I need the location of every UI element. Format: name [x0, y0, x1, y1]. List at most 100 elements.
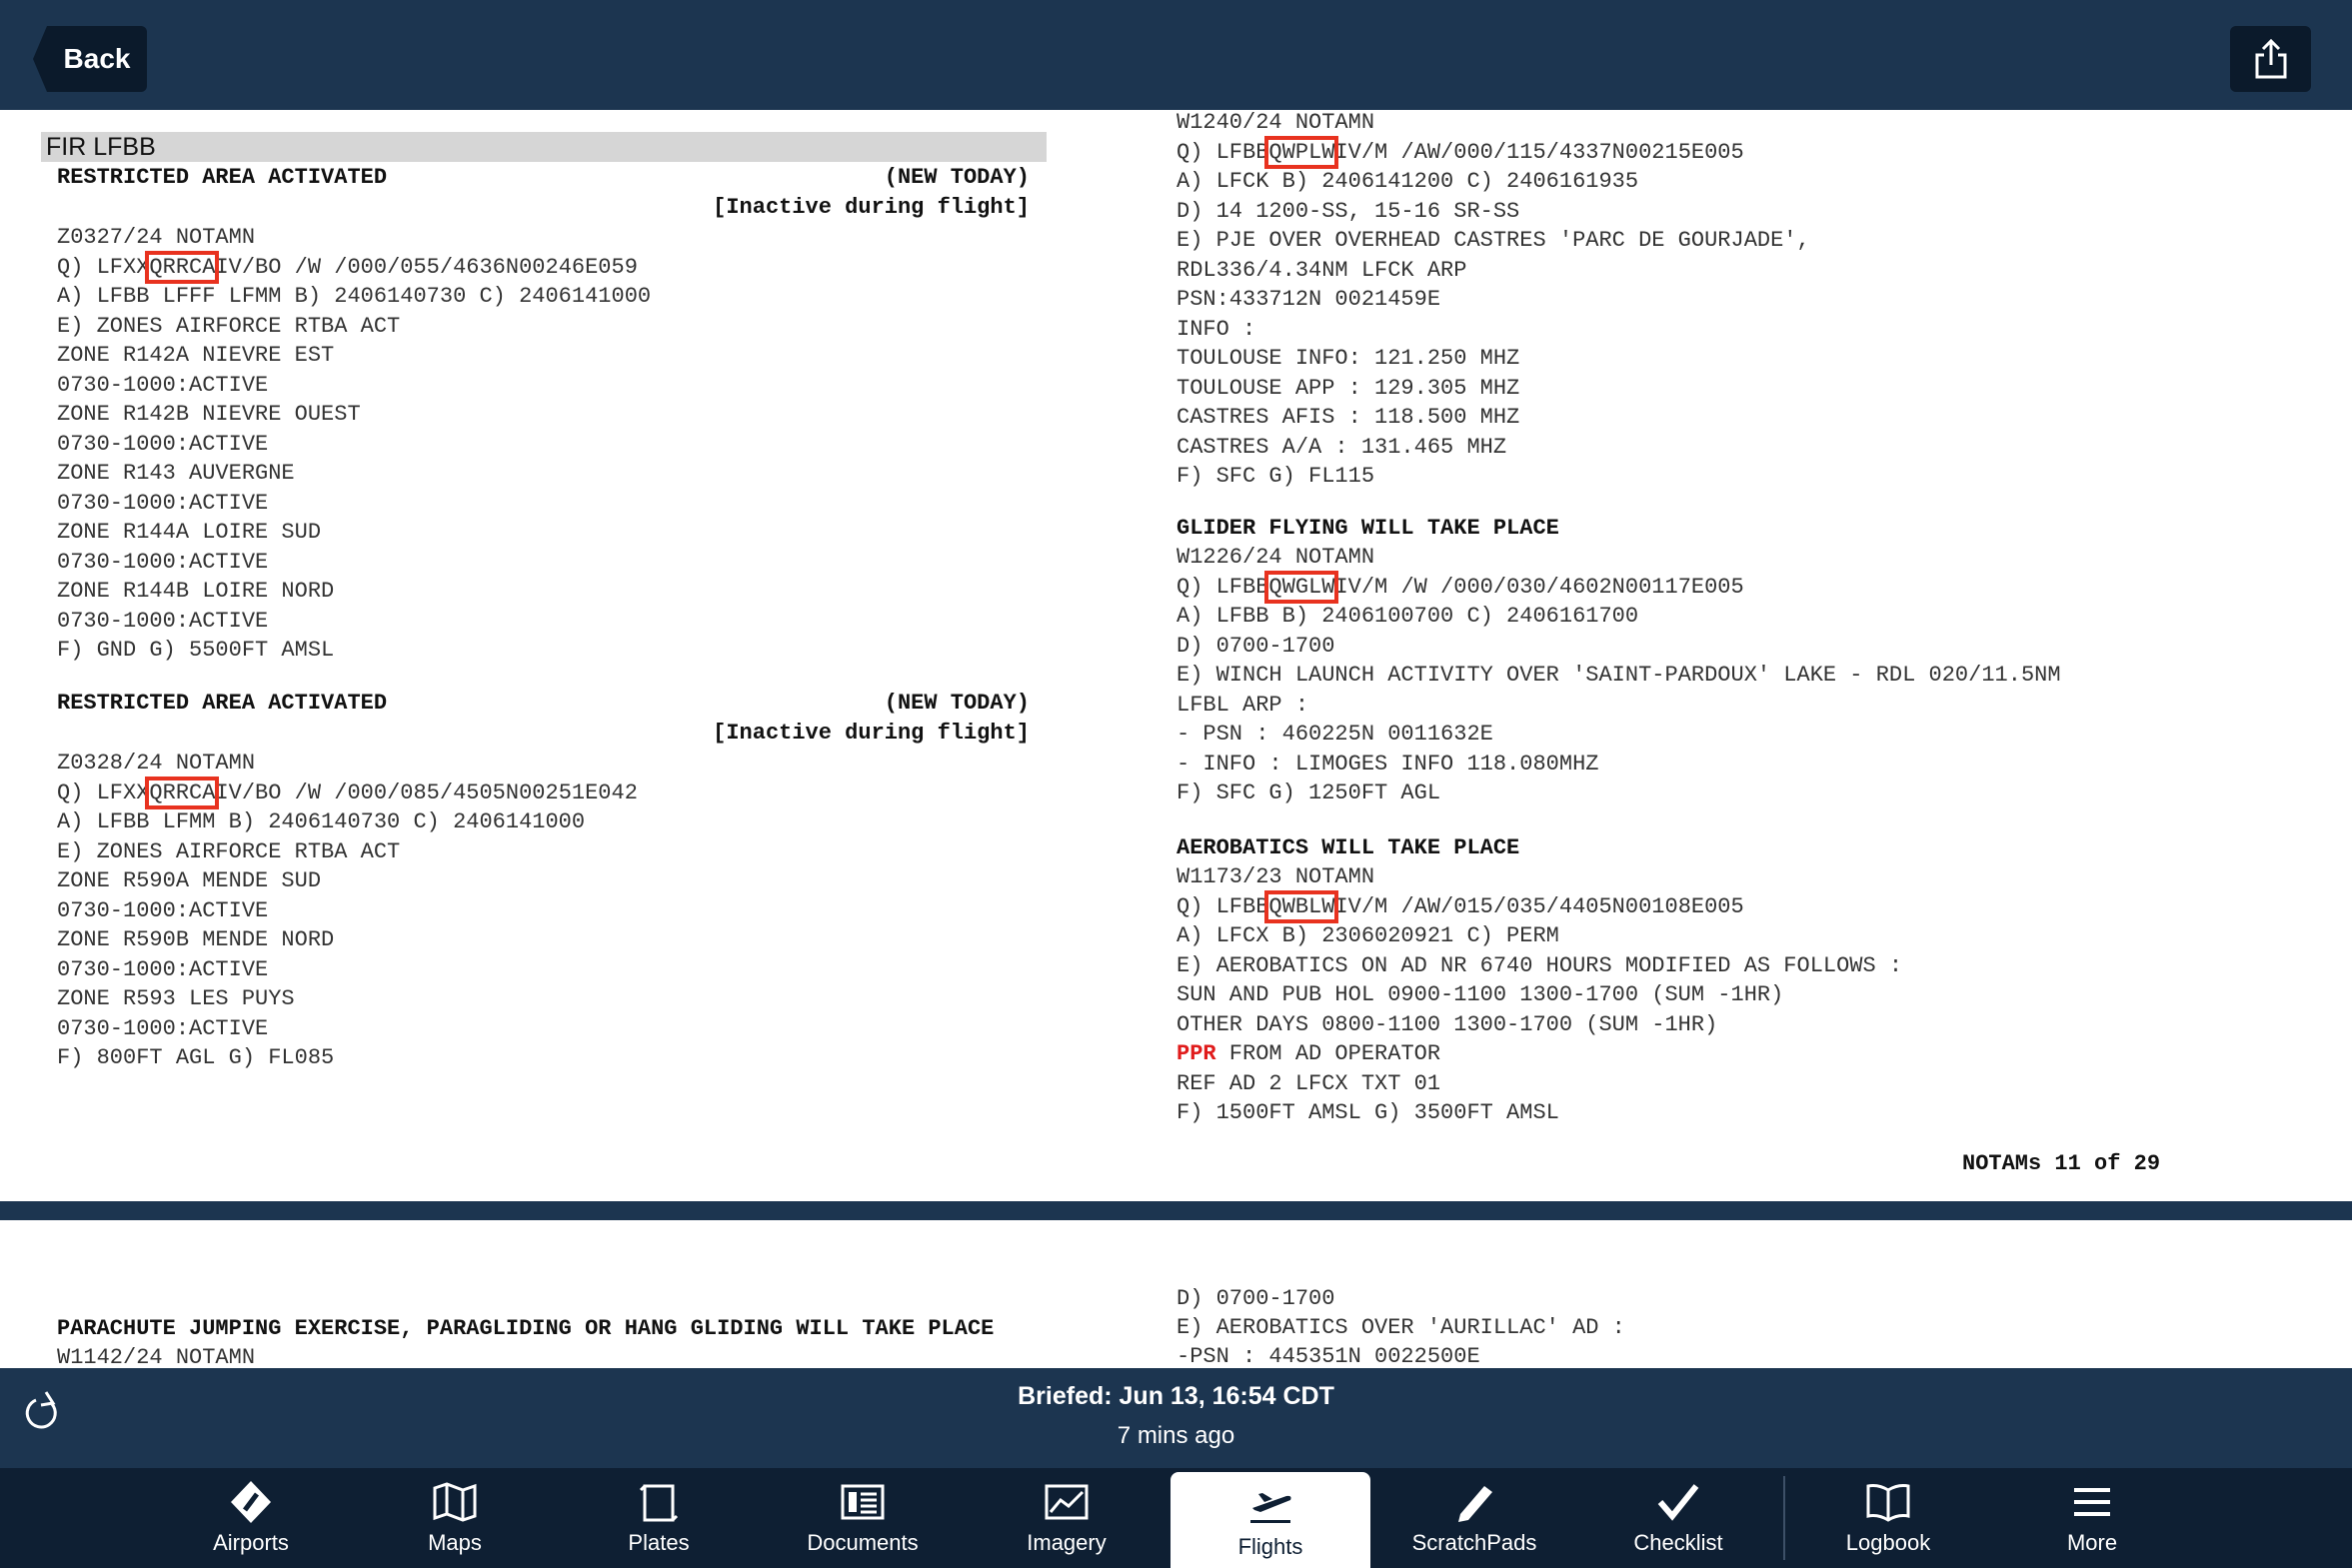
notam-line: F) SFC G) 1250FT AGL — [1176, 781, 1441, 805]
more-icon — [2068, 1478, 2116, 1526]
notam-line: INFO : — [1176, 316, 1256, 342]
fir-label: FIR LFBB — [46, 133, 156, 161]
notam-line: ZONE R590B MENDE NORD — [57, 927, 335, 952]
notam-heading: GLIDER FLYING WILL TAKE PLACE — [1176, 516, 1559, 541]
notam-line: ZONE R593 LES PUYS — [57, 986, 295, 1011]
tab-flights[interactable]: Flights — [1171, 1472, 1370, 1568]
notam-q-prefix: Q) LFXX — [57, 254, 150, 280]
tab-label: Checklist — [1633, 1530, 1723, 1555]
notam-line: E) ZONES AIRFORCE RTBA ACT — [57, 313, 401, 339]
notam-line: A) LFCK B) 2406141200 C) 2406161935 — [1176, 169, 1639, 194]
back-button[interactable]: Back — [33, 26, 147, 92]
notam-line: PPR FROM AD OPERATOR — [1176, 1039, 1440, 1068]
notam-document-page[interactable]: FIR LFBB RESTRICTED AREA ACTIVATED Z0327/… — [0, 110, 2352, 1201]
tab-label: Documents — [807, 1530, 919, 1555]
notam-line: REF AD 2 LFCX TXT 01 — [1176, 1070, 1441, 1096]
notam-line: D) 0700-1700 — [1176, 633, 1335, 659]
notam-line: Q) LFXXQRRCAIV/BO /W /000/055/4636N00246… — [57, 250, 638, 284]
notam-line: Z0328/24 NOTAMN — [57, 751, 256, 776]
notam-line: TOULOUSE APP : 129.305 MHZ — [1176, 375, 1520, 401]
briefed-ago: 7 mins ago — [1117, 1422, 1235, 1449]
tab-label: Flights — [1237, 1534, 1303, 1559]
notam-line: F) SFC G) FL115 — [1176, 464, 1375, 489]
notam-line: ZONE R144B LOIRE NORD — [57, 579, 335, 604]
documents-icon — [839, 1478, 887, 1526]
tab-maps[interactable]: Maps — [355, 1468, 555, 1568]
inactive-tag: [Inactive during flight] — [713, 721, 1030, 746]
notam-line: D) 0700-1700 — [1176, 1286, 1335, 1311]
tab-divider — [1783, 1476, 1785, 1560]
maps-icon — [431, 1478, 479, 1526]
notam-line: ZONE R144A LOIRE SUD — [57, 520, 322, 545]
tab-documents[interactable]: Documents — [763, 1468, 963, 1568]
notam-line: ZONE R143 AUVERGNE — [57, 461, 295, 486]
tab-label: More — [2066, 1530, 2118, 1555]
tab-airports[interactable]: Airports — [151, 1468, 351, 1568]
notam-line: F) 1500FT AMSL G) 3500FT AMSL — [1176, 1100, 1559, 1125]
logbook-icon — [1864, 1478, 1912, 1526]
notam-heading: RESTRICTED AREA ACTIVATED — [57, 165, 388, 190]
notam-line: Z0327/24 NOTAMN — [57, 225, 256, 250]
notam-line: D) 14 1200-SS, 15-16 SR-SS — [1176, 198, 1520, 224]
notam-line: 0730-1000:ACTIVE — [57, 897, 269, 923]
notam-line: Q) LFBBQWGLWIV/M /W /000/030/4602N00117E… — [1176, 570, 1744, 604]
notam-q-prefix: Q) LFBB — [1176, 139, 1269, 165]
qcode-highlight: QRRCA — [145, 250, 220, 284]
notam-line: W1226/24 NOTAMN — [1176, 545, 1375, 570]
notam-document-page-2[interactable]: PARACHUTE JUMPING EXERCISE, PARAGLIDING … — [0, 1220, 2352, 1368]
checklist-icon — [1654, 1478, 1702, 1526]
notam-line: TOULOUSE INFO: 121.250 MHZ — [1176, 346, 1520, 371]
ppr-highlight: PPR — [1176, 1041, 1216, 1066]
tab-label: Logbook — [1845, 1530, 1931, 1555]
notam-line: 0730-1000:ACTIVE — [57, 956, 269, 982]
notam-line: Q) LFBBQWBLWIV/M /AW/015/035/4405N00108E… — [1176, 889, 1744, 923]
notam-line: 0730-1000:ACTIVE — [57, 431, 269, 457]
qcode-highlight: QWPLW — [1264, 135, 1339, 169]
tab-label: Plates — [628, 1530, 690, 1555]
notam-heading: PARACHUTE JUMPING EXERCISE, PARAGLIDING … — [57, 1316, 995, 1341]
notam-line: E) PJE OVER OVERHEAD CASTRES 'PARC DE GO… — [1176, 228, 1810, 253]
tab-plates[interactable]: Plates — [559, 1468, 759, 1568]
notam-line: CASTRES A/A : 131.465 MHZ — [1176, 434, 1507, 460]
qcode-highlight: QWBLW — [1264, 889, 1339, 923]
notam-q-suffix: IV/M /AW/000/115/4337N00215E005 — [1334, 139, 1744, 165]
notam-q-suffix: IV/M /W /000/030/4602N00117E005 — [1334, 574, 1744, 600]
notam-line: W1240/24 NOTAMN — [1176, 110, 1375, 135]
bottom-tab-bar: Airports Maps Plates Documents Imagery Flight… — [0, 1468, 2352, 1568]
share-icon — [2255, 38, 2286, 79]
notam-line: PSN:433712N 0021459E — [1176, 287, 1441, 312]
notam-line: F) GND G) 5500FT AMSL — [57, 638, 335, 663]
tab-scratchpads[interactable]: ScratchPads — [1374, 1468, 1574, 1568]
tab-label: Airports — [213, 1530, 289, 1555]
share-button[interactable] — [2230, 26, 2311, 92]
tab-more[interactable]: More — [1992, 1468, 2192, 1568]
notam-line: -PSN : 445351N 0022500E — [1176, 1344, 1480, 1368]
top-nav-bar: Back — [0, 0, 2352, 110]
fir-band — [41, 132, 1047, 162]
notam-line: F) 800FT AGL G) FL085 — [57, 1045, 335, 1070]
imagery-icon — [1043, 1478, 1091, 1526]
notam-line: E) WINCH LAUNCH ACTIVITY OVER 'SAINT-PAR… — [1176, 663, 2061, 688]
plates-icon — [635, 1478, 683, 1526]
tab-label: Maps — [428, 1530, 482, 1555]
notam-line: A) LFCX B) 2306020921 C) PERM — [1176, 923, 1559, 948]
notam-line: 0730-1000:ACTIVE — [57, 549, 269, 575]
notam-line: 0730-1000:ACTIVE — [57, 1015, 269, 1041]
notam-line: - INFO : LIMOGES INFO 118.080MHZ — [1176, 751, 1599, 777]
notam-line: RDL336/4.34NM LFCK ARP — [1176, 257, 1467, 283]
tab-imagery[interactable]: Imagery — [967, 1468, 1167, 1568]
notam-line: LFBL ARP : — [1176, 692, 1309, 718]
notam-line: A) LFBB LFMM B) 2406140730 C) 2406141000 — [57, 809, 586, 834]
airports-icon — [227, 1478, 275, 1526]
notam-line: 0730-1000:ACTIVE — [57, 490, 269, 516]
tab-logbook[interactable]: Logbook — [1788, 1468, 1988, 1568]
notam-heading: AEROBATICS WILL TAKE PLACE — [1176, 835, 1520, 860]
notam-line: ZONE R142A NIEVRE EST — [57, 343, 335, 368]
notam-line: A) LFBB B) 2406100700 C) 2406161700 — [1176, 604, 1639, 629]
page-counter: NOTAMs 11 of 29 — [1962, 1151, 2161, 1176]
notam-line: - PSN : 460225N 0011632E — [1176, 722, 1493, 747]
notam-line: 0730-1000:ACTIVE — [57, 608, 269, 634]
notam-line: W1142/24 NOTAMN — [57, 1345, 256, 1368]
tab-checklist[interactable]: Checklist — [1578, 1468, 1778, 1568]
notam-q-suffix: IV/BO /W /000/085/4505N00251E042 — [215, 780, 638, 805]
